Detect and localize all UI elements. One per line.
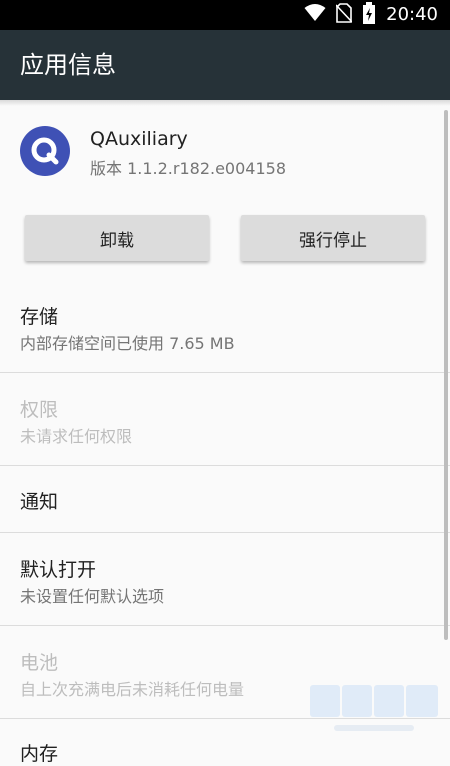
q-logo-icon bbox=[31, 137, 59, 165]
kk-logo-icon bbox=[310, 685, 438, 731]
open-by-default-item[interactable]: 默认打开 未设置任何默认选项 bbox=[0, 533, 450, 626]
battery-charging-icon bbox=[362, 2, 376, 28]
status-bar: 20:40 bbox=[0, 0, 450, 30]
wifi-icon bbox=[304, 4, 326, 26]
notifications-item[interactable]: 通知 bbox=[0, 466, 450, 533]
force-stop-button[interactable]: 强行停止 bbox=[241, 215, 425, 261]
watermark-logo bbox=[304, 679, 444, 737]
notifications-title: 通知 bbox=[20, 491, 59, 513]
memory-title: 内存 bbox=[20, 743, 59, 765]
app-header: QAuxiliary 版本 1.1.2.r182.e004158 bbox=[0, 106, 450, 206]
storage-item[interactable]: 存储 内部存储空间已使用 7.65 MB bbox=[0, 280, 450, 373]
status-icons: 20:40 bbox=[304, 0, 438, 30]
storage-subtitle: 内部存储空间已使用 7.65 MB bbox=[20, 334, 235, 353]
uninstall-button[interactable]: 卸载 bbox=[25, 215, 209, 261]
storage-title: 存储 bbox=[20, 306, 59, 328]
permissions-item: 权限 未请求任何权限 bbox=[0, 373, 450, 466]
page-title: 应用信息 bbox=[20, 51, 116, 79]
battery-title: 电池 bbox=[20, 652, 59, 674]
battery-subtitle: 自上次充满电后未消耗任何电量 bbox=[20, 680, 245, 699]
open-by-default-title: 默认打开 bbox=[20, 559, 97, 581]
open-by-default-subtitle: 未设置任何默认选项 bbox=[20, 587, 165, 606]
permissions-subtitle: 未请求任何权限 bbox=[20, 427, 133, 446]
app-icon bbox=[20, 126, 70, 176]
app-version: 版本 1.1.2.r182.e004158 bbox=[90, 159, 287, 178]
no-sim-icon bbox=[335, 3, 353, 27]
clock: 20:40 bbox=[386, 4, 438, 25]
permissions-title: 权限 bbox=[20, 399, 59, 421]
app-bar: 应用信息 bbox=[0, 30, 450, 100]
app-name: QAuxiliary bbox=[90, 128, 188, 150]
scrollbar[interactable] bbox=[444, 110, 448, 640]
